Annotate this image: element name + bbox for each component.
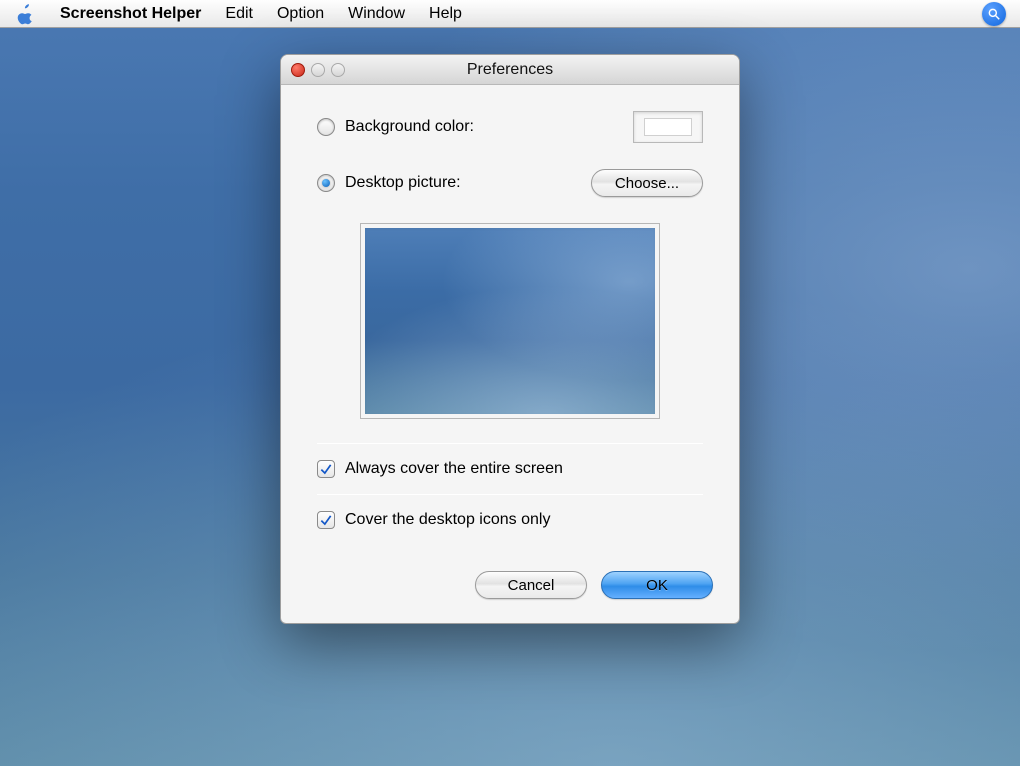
ok-button-label: OK — [646, 577, 668, 594]
background-color-label: Background color: — [345, 118, 474, 136]
menubar-item-edit[interactable]: Edit — [225, 5, 253, 23]
choose-button[interactable]: Choose... — [591, 169, 703, 197]
background-color-radio[interactable] — [317, 118, 335, 136]
color-swatch — [644, 118, 692, 136]
desktop-background: Preferences Background color: Desktop pi… — [0, 28, 1020, 766]
desktop-picture-radio[interactable] — [317, 174, 335, 192]
window-titlebar[interactable]: Preferences — [281, 55, 739, 85]
menubar: Screenshot Helper Edit Option Window Hel… — [0, 0, 1020, 28]
ok-button[interactable]: OK — [601, 571, 713, 599]
always-cover-label: Always cover the entire screen — [345, 460, 563, 478]
spotlight-icon[interactable] — [982, 2, 1006, 26]
menubar-app-name[interactable]: Screenshot Helper — [60, 5, 201, 23]
choose-button-label: Choose... — [615, 175, 679, 192]
cancel-button[interactable]: Cancel — [475, 571, 587, 599]
cover-icons-checkbox[interactable] — [317, 511, 335, 529]
desktop-picture-label: Desktop picture: — [345, 174, 461, 192]
cancel-button-label: Cancel — [508, 577, 555, 594]
always-cover-checkbox[interactable] — [317, 460, 335, 478]
cover-icons-label: Cover the desktop icons only — [345, 511, 550, 529]
desktop-picture-preview — [360, 223, 660, 419]
apple-menu-icon[interactable] — [14, 3, 36, 25]
menubar-item-window[interactable]: Window — [348, 5, 405, 23]
background-color-well[interactable] — [633, 111, 703, 143]
menubar-item-option[interactable]: Option — [277, 5, 324, 23]
menubar-item-help[interactable]: Help — [429, 5, 462, 23]
preferences-window: Preferences Background color: Desktop pi… — [280, 54, 740, 624]
window-title: Preferences — [281, 61, 739, 79]
